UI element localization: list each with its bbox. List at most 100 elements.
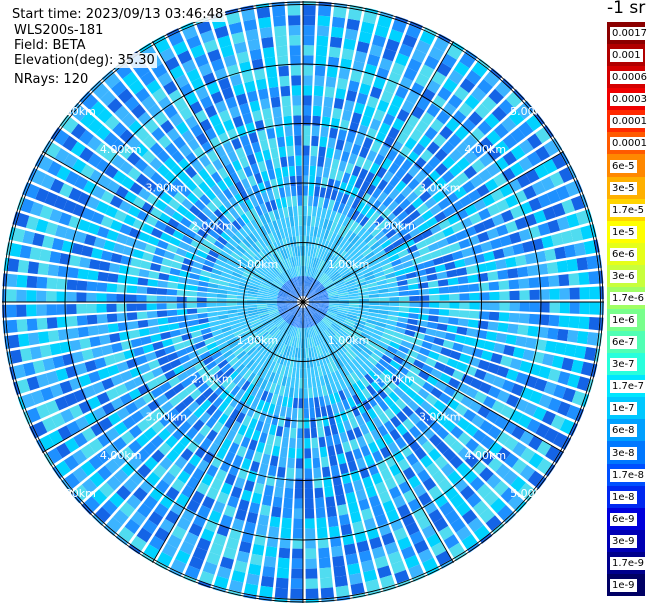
ray-gate [428, 308, 440, 315]
ray-gate [329, 168, 338, 180]
ray-gate [342, 441, 352, 453]
ray-gate [327, 445, 336, 457]
ray-gate [6, 289, 17, 302]
ray-gate [26, 290, 37, 302]
ray-gate [313, 467, 322, 479]
ray-gate [303, 195, 308, 206]
ray-gate [331, 16, 346, 29]
ray-gate [265, 66, 278, 79]
ray-gate [260, 98, 271, 110]
ray-gate [278, 547, 291, 559]
ray-gate [432, 256, 445, 266]
ray-gate [303, 85, 313, 96]
ray-gate [36, 290, 47, 302]
ray-gate [507, 268, 519, 279]
ray-gate [469, 302, 480, 310]
ray-gate [493, 342, 506, 354]
ray-gate [514, 254, 527, 267]
ray-gate [250, 460, 260, 473]
ray-gate [253, 482, 265, 495]
ray-gate [303, 398, 309, 409]
ray-gate [457, 275, 469, 285]
ray-gate [320, 587, 335, 599]
ray-gate [26, 304, 37, 317]
ray-gate [303, 225, 307, 236]
ray-gate [341, 48, 355, 61]
ray-gate [152, 341, 164, 351]
colorbar-tick-label: 0.0017 [610, 27, 647, 41]
ray-gate [448, 285, 460, 293]
ray-gate [316, 416, 323, 428]
ray-gate [276, 45, 288, 57]
ray-gate [273, 435, 282, 447]
colorbar-tick-label: 1.7e-9 [610, 556, 647, 570]
ray-gate [334, 443, 344, 455]
colorbar-tick-label: 3e-8 [610, 446, 637, 460]
ray-gate [294, 488, 303, 499]
ray-gate [325, 147, 335, 159]
ray-gate [298, 408, 303, 419]
ray-gate [287, 206, 294, 217]
ray-gate [110, 252, 123, 264]
ray-gate [161, 338, 174, 348]
ray-gate [126, 303, 137, 312]
ray-gate [463, 256, 476, 266]
ray-gate [169, 329, 181, 338]
ray-gate [318, 547, 330, 559]
ray-gate [299, 225, 303, 236]
ray-gate [258, 16, 272, 29]
ray-gate [166, 303, 177, 310]
ray-gate [314, 75, 325, 87]
ray-gate [46, 304, 57, 316]
ray-gate [339, 299, 350, 302]
ray-gate [327, 137, 337, 149]
ray-gate [495, 332, 508, 344]
ray-gate [389, 296, 400, 302]
ray-gate [579, 302, 590, 315]
range-ring-label: 4.00km [100, 143, 142, 156]
ray-gate [303, 75, 313, 86]
ray-gate [436, 271, 448, 280]
ray-gate [274, 25, 287, 37]
ray-gate [315, 176, 322, 187]
ray-gate [576, 330, 589, 345]
ray-gate [277, 466, 286, 478]
ray-gate [425, 266, 437, 275]
ray-gate [312, 105, 322, 117]
ray-gate [303, 45, 315, 56]
ray-gate [140, 260, 152, 270]
ray-gate [295, 225, 299, 237]
ray-gate [274, 486, 284, 498]
ray-gate [108, 262, 121, 273]
ray-gate [296, 185, 302, 196]
ray-gate [409, 302, 420, 307]
ray-gate [338, 513, 351, 526]
ray-gate [331, 545, 344, 558]
ray-gate [452, 342, 464, 352]
ray-gate [176, 309, 188, 316]
ray-gate [515, 335, 527, 348]
ray-gate [322, 415, 330, 427]
ray-gate [236, 302, 247, 306]
ray-gate [333, 565, 347, 578]
ray-gate [47, 330, 60, 343]
ray-gate [284, 417, 291, 428]
ray-gate [261, 494, 273, 507]
ray-gate [271, 5, 286, 17]
ray-gate [290, 427, 297, 439]
ray-gate [6, 319, 18, 334]
ray-gate [156, 295, 167, 302]
ray-gate [207, 287, 218, 293]
ray-gate [292, 95, 302, 106]
ray-gate [348, 304, 360, 308]
ray-gate [489, 302, 500, 311]
ray-gate [437, 279, 449, 287]
ray-gate [312, 206, 318, 217]
ray-gate [89, 336, 101, 348]
ray-gate [268, 526, 280, 538]
ray-gate [378, 288, 389, 294]
ray-gate [317, 156, 325, 168]
ray-gate [429, 294, 440, 301]
ray-gate [308, 397, 315, 409]
ray-gate [291, 407, 298, 419]
